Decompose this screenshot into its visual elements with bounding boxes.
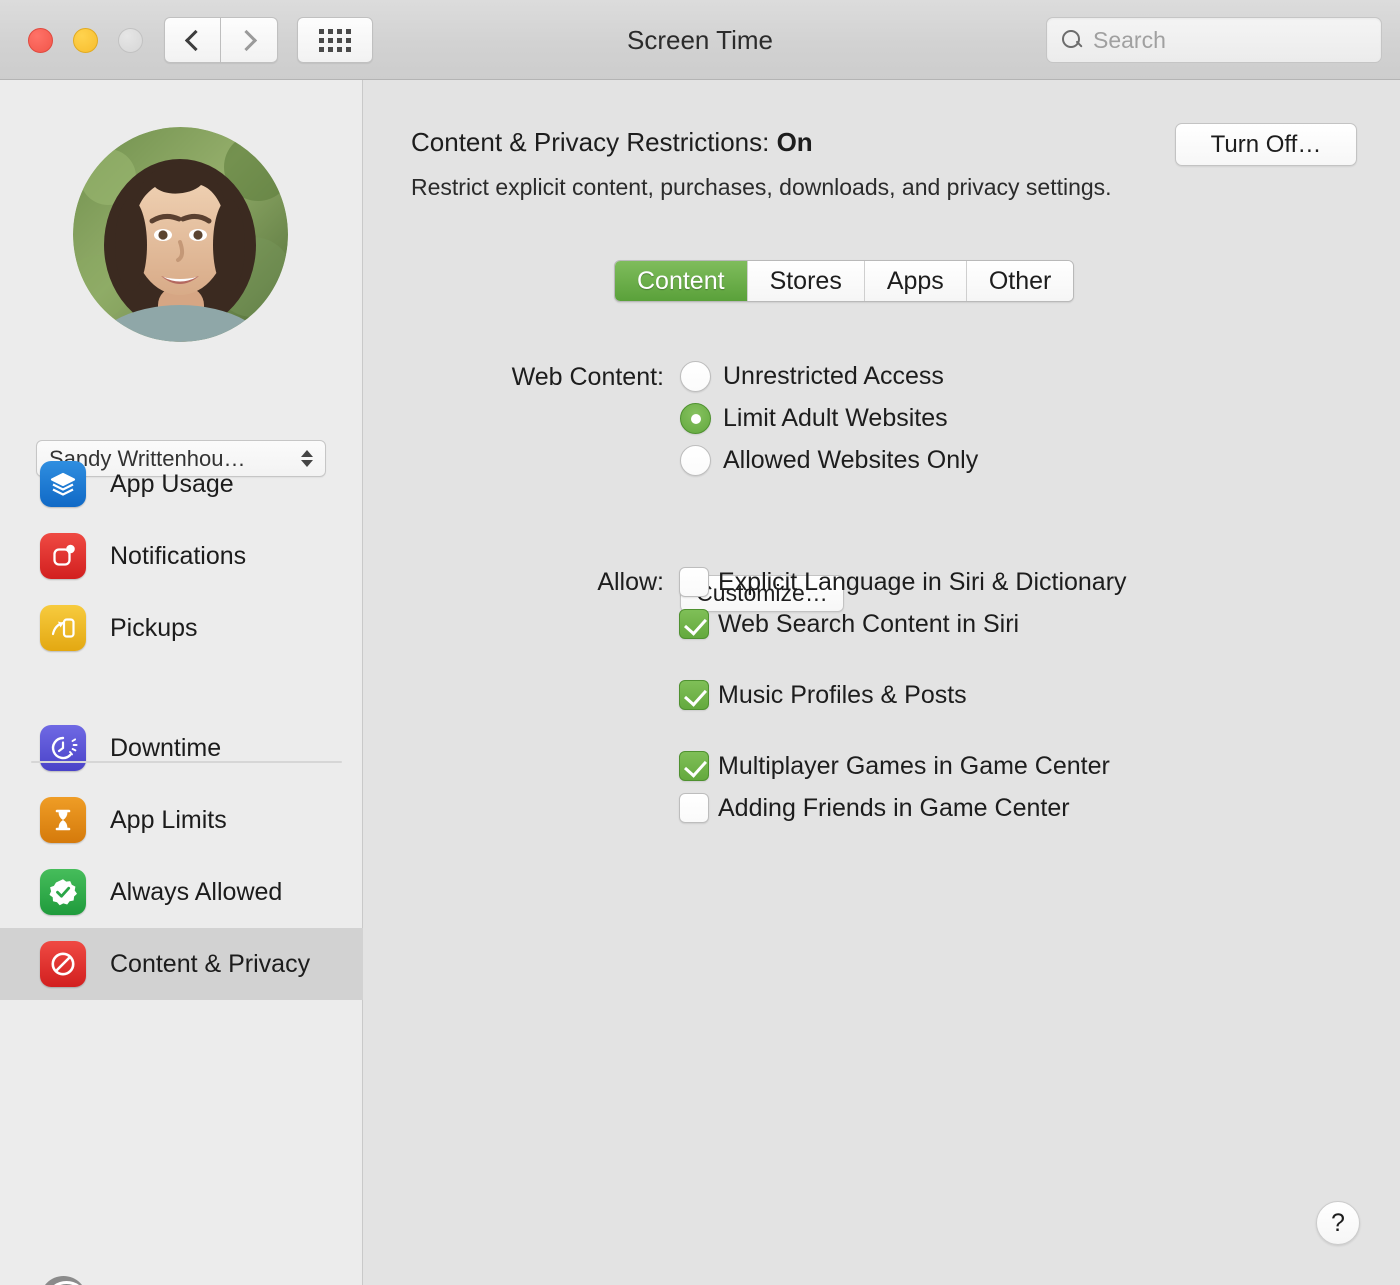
- zoom-button[interactable]: [118, 28, 143, 53]
- tab-other[interactable]: Other: [967, 261, 1074, 301]
- web-content-label: Web Content:: [364, 363, 664, 392]
- restrictions-status-prefix: Content & Privacy Restrictions:: [411, 127, 777, 157]
- grid-icon: [319, 29, 351, 52]
- checkbox-label-multiplayer-games: Multiplayer Games in Game Center: [718, 752, 1110, 781]
- sidebar-item-app-usage[interactable]: App Usage: [0, 448, 363, 520]
- restrictions-status-value: On: [777, 127, 813, 157]
- app-usage-icon: [40, 461, 86, 507]
- radio-allowed-websites-only[interactable]: [680, 445, 711, 476]
- content-privacy-icon: [40, 941, 86, 987]
- turn-off-button[interactable]: Turn Off…: [1175, 123, 1357, 166]
- search-input[interactable]: Search: [1046, 17, 1382, 63]
- sidebar-item-label: Notifications: [110, 542, 246, 571]
- checkbox-adding-friends[interactable]: [679, 793, 709, 823]
- forward-chevron-icon: [236, 29, 257, 50]
- checkbox-explicit-language[interactable]: [679, 567, 709, 597]
- sidebar-item-label: Content & Privacy: [110, 950, 310, 979]
- sidebar-item-label: Pickups: [110, 614, 198, 643]
- window-titlebar: Screen Time Search: [0, 0, 1400, 80]
- checkbox-label-explicit-language: Explicit Language in Siri & Dictionary: [718, 568, 1127, 597]
- avatar[interactable]: [73, 127, 288, 342]
- category-tabs: Content Stores Apps Other: [614, 260, 1074, 302]
- pickups-icon: [40, 605, 86, 651]
- always-allowed-icon: [40, 869, 86, 915]
- back-chevron-icon: [184, 29, 205, 50]
- radio-label-allowed-websites-only: Allowed Websites Only: [723, 446, 978, 475]
- avatar-photo: [73, 127, 288, 342]
- restrictions-description: Restrict explicit content, purchases, do…: [411, 174, 1112, 201]
- forward-button[interactable]: [221, 17, 278, 63]
- help-button[interactable]: ?: [1316, 1201, 1360, 1245]
- app-limits-icon: [40, 797, 86, 843]
- radio-label-unrestricted-access: Unrestricted Access: [723, 362, 944, 391]
- close-button[interactable]: [28, 28, 53, 53]
- sidebar-item-label: Downtime: [110, 734, 221, 763]
- sidebar-item-app-limits[interactable]: App Limits: [0, 784, 363, 856]
- tab-content[interactable]: Content: [615, 261, 748, 301]
- sidebar-item-content-privacy[interactable]: Content & Privacy: [0, 928, 363, 1000]
- sidebar-item-pickups[interactable]: Pickups: [0, 592, 363, 664]
- options-button[interactable]: Options: [40, 1276, 197, 1285]
- checkbox-web-search-content[interactable]: [679, 609, 709, 639]
- main-panel: Content & Privacy Restrictions: On Restr…: [364, 80, 1400, 1285]
- sidebar-item-downtime[interactable]: Downtime: [0, 712, 363, 784]
- checkbox-multiplayer-games[interactable]: [679, 751, 709, 781]
- checkbox-label-adding-friends: Adding Friends in Game Center: [718, 794, 1070, 823]
- navigation-buttons: [164, 17, 278, 63]
- radio-unrestricted-access[interactable]: [680, 361, 711, 392]
- screen-time-window: Screen Time Search: [0, 0, 1400, 1285]
- sidebar-item-label: App Usage: [110, 470, 234, 499]
- downtime-icon: [40, 725, 86, 771]
- minimize-button[interactable]: [73, 28, 98, 53]
- allow-label: Allow:: [364, 568, 664, 597]
- tab-stores[interactable]: Stores: [748, 261, 865, 301]
- radio-limit-adult-websites[interactable]: [680, 403, 711, 434]
- checkbox-label-web-search-content: Web Search Content in Siri: [718, 610, 1019, 639]
- search-icon: [1061, 29, 1083, 51]
- sidebar: Sandy Writtenhou… App Usage: [0, 80, 363, 1285]
- checkbox-label-music-profiles: Music Profiles & Posts: [718, 681, 967, 710]
- sidebar-item-always-allowed[interactable]: Always Allowed: [0, 856, 363, 928]
- show-all-button[interactable]: [297, 17, 373, 63]
- notifications-icon: [40, 533, 86, 579]
- sidebar-item-label: Always Allowed: [110, 878, 282, 907]
- back-button[interactable]: [164, 17, 221, 63]
- sidebar-item-label: App Limits: [110, 806, 227, 835]
- sidebar-nav-list: App Usage Notifications: [0, 448, 363, 1000]
- sidebar-divider: [31, 761, 342, 763]
- search-placeholder: Search: [1093, 27, 1166, 54]
- sidebar-item-notifications[interactable]: Notifications: [0, 520, 363, 592]
- restrictions-status: Content & Privacy Restrictions: On: [411, 127, 813, 158]
- radio-label-limit-adult-websites: Limit Adult Websites: [723, 404, 948, 433]
- tab-apps[interactable]: Apps: [865, 261, 967, 301]
- traffic-lights: [28, 28, 143, 53]
- ellipsis-circle-icon: [40, 1276, 87, 1285]
- checkbox-music-profiles[interactable]: [679, 680, 709, 710]
